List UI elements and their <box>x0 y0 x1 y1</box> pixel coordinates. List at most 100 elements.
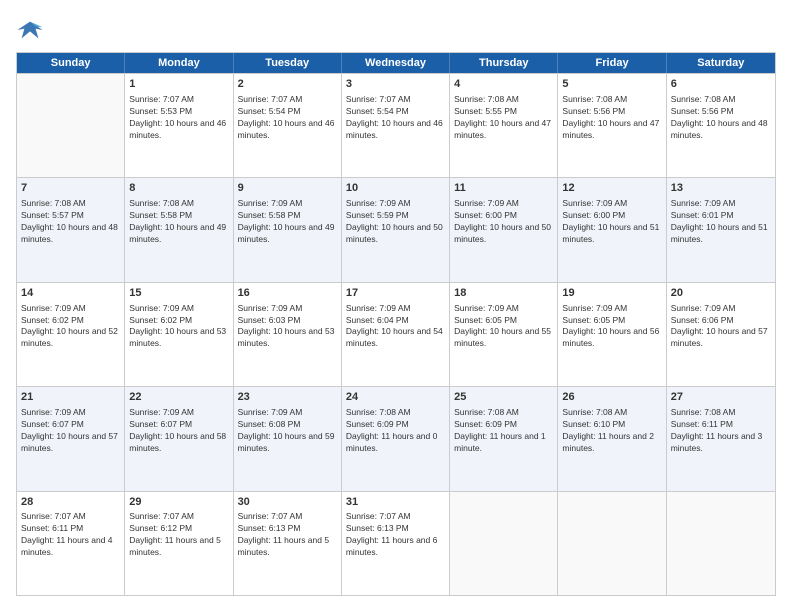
calendar-row-4: 28Sunrise: 7:07 AMSunset: 6:11 PMDayligh… <box>17 491 775 595</box>
page: SundayMondayTuesdayWednesdayThursdayFrid… <box>0 0 792 612</box>
calendar-cell-2-6: 20Sunrise: 7:09 AMSunset: 6:06 PMDayligh… <box>667 283 775 386</box>
calendar-cell-0-3: 3 Sunrise: 7:07 AMSunset: 5:54 PMDaylight… <box>342 74 450 177</box>
calendar-cell-0-4: 4 Sunrise: 7:08 AMSunset: 5:55 PMDaylight… <box>450 74 558 177</box>
header-day-sunday: Sunday <box>17 53 125 73</box>
calendar-cell-3-5: 26 Sunrise: 7:08 AMSunset: 6:10 PMDayligh… <box>558 387 666 490</box>
cell-info: Sunrise: 7:09 AMSunset: 6:05 PMDaylight:… <box>562 303 661 351</box>
day-number: 17 <box>346 286 445 301</box>
day-number: 27 <box>671 390 771 405</box>
calendar-cell-2-4: 18 Sunrise: 7:09 AMSunset: 6:05 PMDayligh… <box>450 283 558 386</box>
day-number: 5 <box>562 77 661 92</box>
cell-info: Sunrise: 7:08 AMSunset: 5:58 PMDaylight:… <box>129 198 228 246</box>
day-number: 10 <box>346 181 445 196</box>
cell-info: Sunrise: 7:07 AMSunset: 5:54 PMDaylight:… <box>238 94 337 142</box>
header-day-monday: Monday <box>125 53 233 73</box>
calendar-cell-0-5: 5 Sunrise: 7:08 AMSunset: 5:56 PMDaylight… <box>558 74 666 177</box>
cell-info: Sunrise: 7:08 AMSunset: 5:56 PMDaylight:… <box>671 94 771 142</box>
day-number: 3 <box>346 77 445 92</box>
calendar-cell-4-3: 31Sunrise: 7:07 AMSunset: 6:13 PMDayligh… <box>342 492 450 595</box>
calendar-cell-3-4: 25 Sunrise: 7:08 AMSunset: 6:09 PMDayligh… <box>450 387 558 490</box>
calendar-cell-0-0 <box>17 74 125 177</box>
day-number: 4 <box>454 77 553 92</box>
cell-info: Sunrise: 7:08 AMSunset: 5:56 PMDaylight:… <box>562 94 661 142</box>
cell-info: Sunrise: 7:07 AMSunset: 6:11 PMDaylight:… <box>21 511 120 559</box>
cell-info: Sunrise: 7:08 AMSunset: 6:10 PMDaylight:… <box>562 407 661 455</box>
cell-info: Sunrise: 7:08 AMSunset: 5:55 PMDaylight:… <box>454 94 553 142</box>
calendar-cell-2-3: 17 Sunrise: 7:09 AMSunset: 6:04 PMDayligh… <box>342 283 450 386</box>
calendar-cell-1-6: 13 Sunrise: 7:09 AMSunset: 6:01 PMDayligh… <box>667 178 775 281</box>
day-number: 22 <box>129 390 228 405</box>
calendar-row-0: 1Sunrise: 7:07 AMSunset: 5:53 PMDaylight… <box>17 73 775 177</box>
cell-info: Sunrise: 7:09 AMSunset: 6:01 PMDaylight:… <box>671 198 771 246</box>
day-number: 15 <box>129 286 228 301</box>
calendar-cell-0-1: 1Sunrise: 7:07 AMSunset: 5:53 PMDaylight… <box>125 74 233 177</box>
calendar-cell-1-3: 10 Sunrise: 7:09 AMSunset: 5:59 PMDayligh… <box>342 178 450 281</box>
cell-info: Sunrise: 7:09 AMSunset: 5:58 PMDaylight:… <box>238 198 337 246</box>
calendar: SundayMondayTuesdayWednesdayThursdayFrid… <box>16 52 776 596</box>
calendar-cell-4-6 <box>667 492 775 595</box>
calendar-row-3: 21Sunrise: 7:09 AMSunset: 6:07 PMDayligh… <box>17 386 775 490</box>
cell-info: Sunrise: 7:09 AMSunset: 6:07 PMDaylight:… <box>21 407 120 455</box>
calendar-cell-4-4 <box>450 492 558 595</box>
calendar-cell-4-5 <box>558 492 666 595</box>
cell-info: Sunrise: 7:09 AMSunset: 5:59 PMDaylight:… <box>346 198 445 246</box>
day-number: 19 <box>562 286 661 301</box>
day-number: 8 <box>129 181 228 196</box>
calendar-cell-0-6: 6 Sunrise: 7:08 AMSunset: 5:56 PMDaylight… <box>667 74 775 177</box>
day-number: 6 <box>671 77 771 92</box>
day-number: 31 <box>346 495 445 510</box>
day-number: 2 <box>238 77 337 92</box>
day-number: 16 <box>238 286 337 301</box>
calendar-cell-2-0: 14 Sunrise: 7:09 AMSunset: 6:02 PMDayligh… <box>17 283 125 386</box>
day-number: 12 <box>562 181 661 196</box>
calendar-row-1: 7 Sunrise: 7:08 AMSunset: 5:57 PMDaylight… <box>17 177 775 281</box>
day-number: 28 <box>21 495 120 510</box>
day-number: 11 <box>454 181 553 196</box>
cell-info: Sunrise: 7:09 AMSunset: 6:06 PMDaylight:… <box>671 303 771 351</box>
day-number: 29 <box>129 495 228 510</box>
calendar-cell-0-2: 2 Sunrise: 7:07 AMSunset: 5:54 PMDaylight… <box>234 74 342 177</box>
calendar-cell-4-1: 29Sunrise: 7:07 AMSunset: 6:12 PMDayligh… <box>125 492 233 595</box>
logo <box>16 16 48 44</box>
day-number: 9 <box>238 181 337 196</box>
cell-info: Sunrise: 7:09 AMSunset: 6:05 PMDaylight:… <box>454 303 553 351</box>
cell-info: Sunrise: 7:09 AMSunset: 6:07 PMDaylight:… <box>129 407 228 455</box>
calendar-header: SundayMondayTuesdayWednesdayThursdayFrid… <box>17 53 775 73</box>
day-number: 23 <box>238 390 337 405</box>
day-number: 30 <box>238 495 337 510</box>
cell-info: Sunrise: 7:09 AMSunset: 6:04 PMDaylight:… <box>346 303 445 351</box>
cell-info: Sunrise: 7:09 AMSunset: 6:08 PMDaylight:… <box>238 407 337 455</box>
cell-info: Sunrise: 7:09 AMSunset: 6:00 PMDaylight:… <box>454 198 553 246</box>
cell-info: Sunrise: 7:09 AMSunset: 6:02 PMDaylight:… <box>21 303 120 351</box>
day-number: 24 <box>346 390 445 405</box>
cell-info: Sunrise: 7:09 AMSunset: 6:03 PMDaylight:… <box>238 303 337 351</box>
calendar-cell-2-5: 19 Sunrise: 7:09 AMSunset: 6:05 PMDayligh… <box>558 283 666 386</box>
calendar-body: 1Sunrise: 7:07 AMSunset: 5:53 PMDaylight… <box>17 73 775 595</box>
calendar-cell-1-4: 11 Sunrise: 7:09 AMSunset: 6:00 PMDayligh… <box>450 178 558 281</box>
day-number: 14 <box>21 286 120 301</box>
calendar-cell-2-2: 16 Sunrise: 7:09 AMSunset: 6:03 PMDayligh… <box>234 283 342 386</box>
calendar-cell-3-3: 24 Sunrise: 7:08 AMSunset: 6:09 PMDayligh… <box>342 387 450 490</box>
calendar-cell-1-5: 12Sunrise: 7:09 AMSunset: 6:00 PMDayligh… <box>558 178 666 281</box>
cell-info: Sunrise: 7:08 AMSunset: 6:09 PMDaylight:… <box>346 407 445 455</box>
cell-info: Sunrise: 7:07 AMSunset: 6:13 PMDaylight:… <box>346 511 445 559</box>
cell-info: Sunrise: 7:07 AMSunset: 5:54 PMDaylight:… <box>346 94 445 142</box>
cell-info: Sunrise: 7:08 AMSunset: 6:09 PMDaylight:… <box>454 407 553 455</box>
calendar-row-2: 14 Sunrise: 7:09 AMSunset: 6:02 PMDayligh… <box>17 282 775 386</box>
header-day-tuesday: Tuesday <box>234 53 342 73</box>
calendar-cell-3-2: 23 Sunrise: 7:09 AMSunset: 6:08 PMDayligh… <box>234 387 342 490</box>
day-number: 25 <box>454 390 553 405</box>
calendar-cell-1-1: 8 Sunrise: 7:08 AMSunset: 5:58 PMDaylight… <box>125 178 233 281</box>
header-day-wednesday: Wednesday <box>342 53 450 73</box>
logo-bird-icon <box>16 16 44 44</box>
calendar-cell-3-6: 27Sunrise: 7:08 AMSunset: 6:11 PMDayligh… <box>667 387 775 490</box>
day-number: 13 <box>671 181 771 196</box>
day-number: 18 <box>454 286 553 301</box>
cell-info: Sunrise: 7:09 AMSunset: 6:02 PMDaylight:… <box>129 303 228 351</box>
day-number: 7 <box>21 181 120 196</box>
cell-info: Sunrise: 7:08 AMSunset: 5:57 PMDaylight:… <box>21 198 120 246</box>
calendar-cell-1-2: 9 Sunrise: 7:09 AMSunset: 5:58 PMDaylight… <box>234 178 342 281</box>
day-number: 26 <box>562 390 661 405</box>
calendar-cell-3-1: 22 Sunrise: 7:09 AMSunset: 6:07 PMDayligh… <box>125 387 233 490</box>
calendar-cell-4-0: 28Sunrise: 7:07 AMSunset: 6:11 PMDayligh… <box>17 492 125 595</box>
